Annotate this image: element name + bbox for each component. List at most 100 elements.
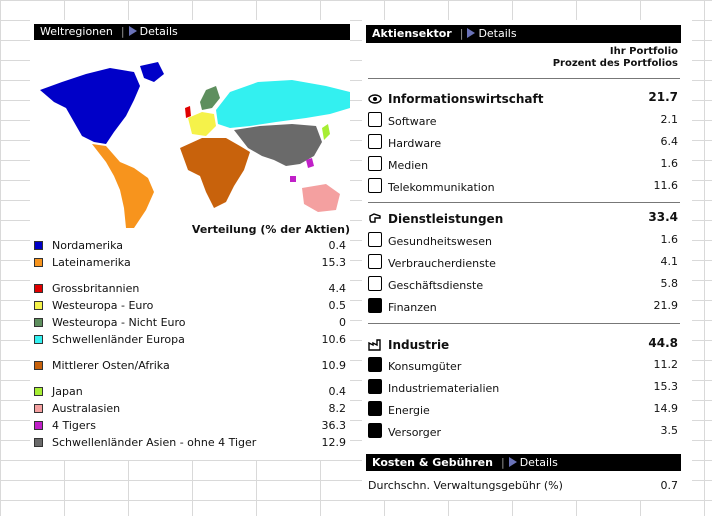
- divider: [368, 323, 680, 324]
- region-name: Westeuropa - Euro: [52, 299, 154, 312]
- region-name: Westeuropa - Nicht Euro: [52, 316, 186, 329]
- legend-swatch: [34, 301, 43, 310]
- region-row: Mittlerer Osten/Afrika 10.9: [34, 358, 346, 375]
- business-icon: [368, 276, 382, 291]
- details-arrow-icon: [467, 28, 476, 38]
- region-name: 4 Tigers: [52, 419, 96, 432]
- sector-item-name: Energie: [388, 404, 430, 417]
- map-emerging-europe: [216, 80, 350, 128]
- region-row: Schwellenländer Europa 10.6: [34, 332, 346, 349]
- sector-item-name: Gesundheitswesen: [388, 235, 493, 248]
- world-regions-title: Weltregionen: [40, 25, 113, 38]
- sector-group-value: 21.7: [648, 90, 678, 104]
- map-west-europe-euro: [188, 112, 216, 136]
- map-japan: [322, 124, 330, 140]
- region-value: 36.3: [321, 419, 347, 432]
- map-north-america: [40, 68, 140, 144]
- sector-item-value: 11.2: [653, 358, 679, 371]
- sector-item-value: 1.6: [660, 233, 679, 246]
- flame-icon: [368, 401, 382, 416]
- bulb-icon: [368, 423, 382, 438]
- map-west-europe-non-euro: [200, 86, 220, 110]
- sector-item-name: Industriematerialien: [388, 382, 500, 395]
- legend-swatch: [34, 335, 43, 344]
- sector-item-value: 14.9: [653, 402, 679, 415]
- details-arrow-icon: [508, 457, 517, 467]
- region-row: Australasien 8.2: [34, 401, 346, 418]
- sector-item-row: Medien 1.6: [368, 155, 678, 175]
- world-map: [40, 62, 350, 228]
- region-name: Lateinamerika: [52, 256, 131, 269]
- legend-swatch: [34, 318, 43, 327]
- sector-item-name: Hardware: [388, 137, 442, 150]
- sector-item-row: Konsumgüter 11.2: [368, 356, 678, 376]
- region-value: 0.4: [328, 385, 347, 398]
- details-arrow-icon: [128, 26, 137, 36]
- sector-item-value: 6.4: [660, 135, 679, 148]
- costs-details-link[interactable]: Details: [520, 456, 558, 469]
- sector-item-name: Verbraucherdienste: [388, 257, 496, 270]
- separator: |: [120, 25, 125, 38]
- region-row: Lateinamerika 15.3: [34, 255, 346, 272]
- sector-item-name: Telekommunikation: [388, 181, 495, 194]
- world-regions-panel: Weltregionen | Details Verteilung (% der A…: [30, 20, 350, 460]
- sector-item-row: Software 2.1: [368, 111, 678, 131]
- region-row: Westeuropa - Euro 0.5: [34, 298, 346, 315]
- costs-title: Kosten & Gebühren: [372, 456, 493, 469]
- region-value: 10.9: [321, 359, 347, 372]
- sector-item-value: 15.3: [653, 380, 679, 393]
- car-icon: [368, 357, 382, 372]
- stock-sector-details-link[interactable]: Details: [478, 27, 516, 40]
- sector-item-value: 1.6: [660, 157, 679, 170]
- sector-item-row: Hardware 6.4: [368, 133, 678, 153]
- divider: [368, 202, 680, 203]
- region-value: 15.3: [321, 256, 347, 269]
- region-value: 4.4: [328, 282, 347, 295]
- world-regions-details-link[interactable]: Details: [140, 25, 178, 38]
- sector-item-row: Energie 14.9: [368, 400, 678, 420]
- gear-icon: [368, 379, 382, 394]
- fee-value: 0.7: [660, 479, 679, 492]
- sector-group-row: Informationswirtschaft 21.7: [368, 89, 678, 109]
- dollar-icon: [368, 298, 382, 313]
- region-row: Japan 0.4: [34, 384, 346, 401]
- region-name: Grossbritannien: [52, 282, 140, 295]
- region-row: 4 Tigers 36.3: [34, 418, 346, 435]
- divider: [368, 78, 680, 79]
- factory-icon: [368, 339, 381, 351]
- fee-row: Durchschn. Verwaltungsgebühr (%) 0.7: [368, 479, 678, 495]
- hand-icon: [369, 213, 381, 223]
- sector-group-value: 44.8: [648, 336, 678, 350]
- legend-swatch: [34, 421, 43, 430]
- health-icon: [368, 232, 382, 247]
- region-row: Westeuropa - Nicht Euro 0: [34, 315, 346, 332]
- region-value: 8.2: [328, 402, 347, 415]
- region-name: Mittlerer Osten/Afrika: [52, 359, 170, 372]
- sector-item-name: Geschäftsdienste: [388, 279, 484, 292]
- region-name: Schwellenländer Europa: [52, 333, 185, 346]
- legend-swatch: [34, 361, 43, 370]
- sector-group-row: Industrie 44.8: [368, 335, 678, 355]
- stock-sector-title: Aktiensektor: [372, 27, 452, 40]
- region-value: 12.9: [321, 436, 347, 449]
- stock-sector-header: Aktiensektor | Details: [366, 25, 681, 43]
- sector-group-name: Dienstleistungen: [388, 212, 504, 226]
- region-name: Australasien: [52, 402, 121, 415]
- sector-item-name: Software: [388, 115, 437, 128]
- map-mideast-africa: [180, 138, 250, 208]
- sector-item-value: 2.1: [660, 113, 679, 126]
- software-icon: [368, 112, 382, 127]
- sector-group-value: 33.4: [648, 210, 678, 224]
- legend-swatch: [34, 404, 43, 413]
- region-name: Schwellenländer Asien - ohne 4 Tiger: [52, 436, 257, 449]
- fee-label: Durchschn. Verwaltungsgebühr (%): [368, 479, 563, 492]
- map-australasia: [302, 184, 340, 212]
- legend-swatch: [34, 258, 43, 267]
- sector-item-value: 3.5: [660, 424, 679, 437]
- hardware-icon: [368, 134, 382, 149]
- sector-group-row: Dienstleistungen 33.4: [368, 209, 678, 229]
- sector-item-row: Verbraucherdienste 4.1: [368, 253, 678, 273]
- col-header-percent: Prozent des Portfolios: [552, 58, 678, 69]
- region-value: 0.4: [328, 239, 347, 252]
- sector-item-row: Telekommunikation 11.6: [368, 177, 678, 197]
